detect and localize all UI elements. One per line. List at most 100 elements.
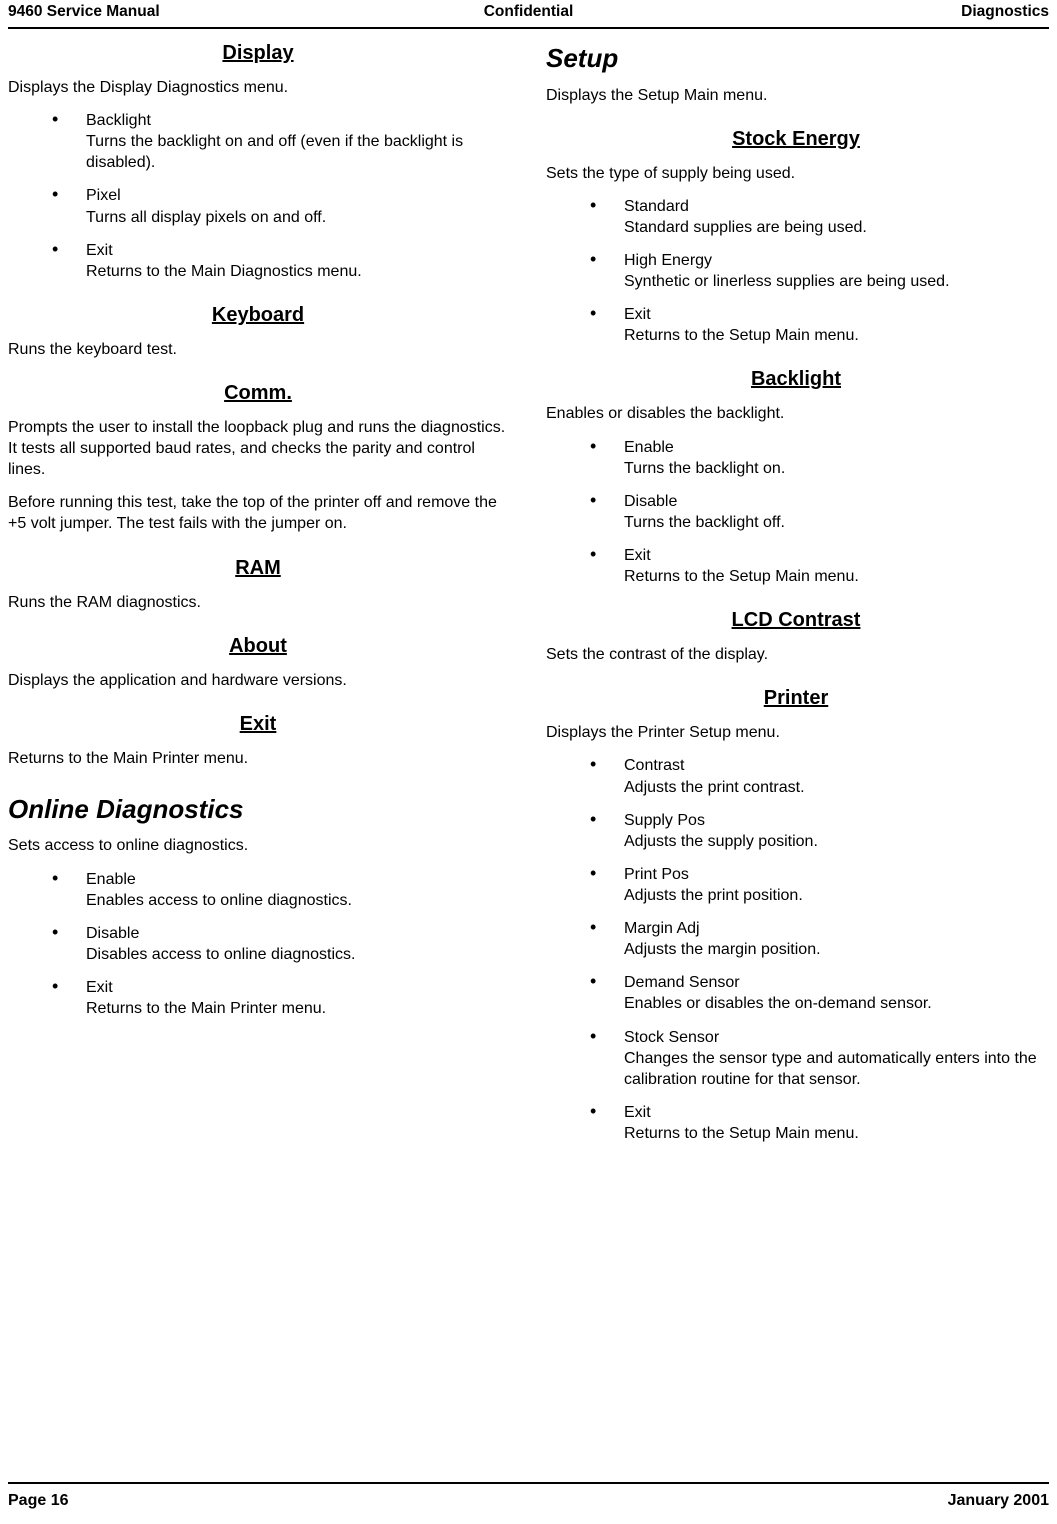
bullet-icon: • (52, 921, 59, 942)
menu-option-item: • Disable Turns the backlight off. (546, 489, 1046, 533)
menu-option-item: • Print Pos Adjusts the print position. (546, 862, 1046, 906)
bullet-icon: • (590, 435, 597, 456)
menu-option-description: Adjusts the supply position. (624, 832, 818, 850)
menu-option-list: • Contrast Adjusts the print contrast. • Sup… (546, 754, 1046, 1144)
section-heading-text: RAM (235, 556, 281, 579)
section-paragraph: Displays the Printer Setup menu. (546, 724, 780, 742)
section-heading-text: Display (222, 42, 294, 64)
bullet-icon: • (590, 862, 597, 883)
section-paragraph: Displays the Display Diagnostics menu. (8, 79, 289, 96)
bullet-icon: • (590, 1100, 597, 1121)
menu-option-item: • Disable Disables access to online diagno… (8, 921, 508, 965)
bullet-icon: • (52, 184, 59, 205)
footer-page-number: Page 16 (8, 1492, 69, 1509)
section-heading-comm: Comm. (8, 382, 508, 405)
menu-option-name: Supply Pos (624, 811, 705, 829)
menu-option-item: • Pixel Turns all display pixels on and of… (8, 184, 508, 227)
section-paragraph: Sets the contrast of the display. (546, 646, 769, 664)
page-header: 9460 Service Manual Confidential Diagnos… (8, 3, 1049, 29)
menu-option-item: • Supply Pos Adjusts the supply position. (546, 808, 1046, 852)
menu-option-description: Returns to the Main Diagnostics menu. (86, 262, 362, 280)
menu-option-name: Demand Sensor (624, 974, 740, 992)
menu-option-description: Adjusts the print position. (624, 887, 803, 904)
menu-option-item: • Exit Returns to the Setup Main menu. (546, 303, 1046, 346)
menu-option-name: Pixel (86, 187, 121, 205)
footer-divider (8, 1482, 1049, 1484)
menu-option-item: • Exit Returns to the Main Diagnostics men… (8, 238, 508, 282)
bullet-icon: • (590, 808, 597, 829)
menu-option-item: • Exit Returns to the Setup Main menu. (546, 544, 1046, 587)
menu-option-list: • Standard Standard supplies are being use… (546, 195, 1046, 347)
menu-option-description: Turns all display pixels on and off. (86, 208, 327, 226)
section-heading-text: Keyboard (211, 303, 305, 326)
menu-option-description: Returns to the Setup Main menu. (624, 568, 859, 586)
menu-option-item: • High Energy Synthetic or linerless suppl… (546, 249, 1046, 292)
section-paragraph: Enables or disables the backlight. (546, 405, 785, 423)
section-heading-text: Backlight (750, 368, 842, 391)
menu-option-name: Margin Adj (624, 920, 700, 938)
section-heading-text: Exit (239, 712, 277, 735)
section-heading-setup: Setup (546, 43, 619, 73)
section-heading-printer: Printer (546, 687, 1046, 710)
section-heading-about: About (8, 635, 508, 658)
section-heading-text: Stock Energy (732, 127, 860, 150)
menu-option-description: Turns the backlight on. (624, 459, 786, 477)
bullet-icon: • (590, 754, 597, 775)
menu-option-name: Stock Sensor (624, 1028, 720, 1046)
bullet-icon: • (590, 917, 597, 938)
menu-option-item: • Exit Returns to the Setup Main menu. (546, 1100, 1046, 1144)
section-paragraph: Runs the keyboard test. (8, 340, 177, 358)
page-footer: Page 16 January 2001 (8, 1492, 1049, 1510)
section-heading-stock-energy: Stock Energy (546, 128, 1046, 151)
menu-option-description: Returns to the Setup Main menu. (624, 1124, 859, 1142)
menu-option-description: Returns to the Setup Main menu. (624, 327, 859, 345)
bullet-icon: • (590, 249, 597, 270)
menu-option-name: Contrast (624, 757, 685, 775)
section-heading-text: About (229, 634, 287, 657)
menu-option-description: Enables or disables the on-demand sensor… (624, 995, 932, 1013)
header-center: Confidential (483, 3, 574, 20)
section-paragraph: Sets access to online diagnostics. (8, 837, 249, 855)
menu-option-description: Adjusts the print contrast. (624, 778, 805, 796)
left-column: Display Displays the Display Diagnostics … (8, 38, 508, 1458)
menu-option-description: Adjusts the margin position. (624, 941, 821, 959)
menu-option-description: Turns the backlight off. (624, 513, 785, 531)
menu-option-list: • Backlight Turns the backlight on and off… (8, 109, 508, 282)
bullet-icon: • (590, 489, 597, 510)
menu-option-item: • Contrast Adjusts the print contrast. (546, 754, 1046, 797)
menu-option-item: • Exit Returns to the Main Printer menu. (8, 976, 508, 1019)
section-heading-online-diagnostics: Online Diagnostics (8, 793, 244, 824)
menu-option-name: Backlight (86, 112, 151, 130)
menu-option-item: • Margin Adj Adjusts the margin position. (546, 917, 1046, 960)
bullet-icon: • (52, 238, 59, 259)
menu-option-name: Disable (624, 492, 678, 510)
header-left: 9460 Service Manual (8, 3, 160, 20)
section-heading-text: Printer (763, 687, 829, 710)
menu-option-item: • Backlight Turns the backlight on and off… (8, 109, 508, 173)
page-body: Display Displays the Display Diagnostics … (8, 38, 1049, 1458)
menu-option-description: Changes the sensor type and automaticall… (624, 1049, 1037, 1088)
menu-option-name: Enable (86, 870, 136, 888)
menu-option-list: • Enable Enables access to online diagnost… (8, 868, 508, 1020)
menu-option-description: Returns to the Main Printer menu. (86, 1000, 327, 1018)
menu-option-name: Exit (86, 979, 113, 996)
header-divider (8, 27, 1049, 29)
menu-option-name: Exit (624, 306, 651, 324)
menu-option-description: Standard supplies are being used. (624, 218, 867, 236)
menu-option-item: • Enable Enables access to online diagnost… (8, 868, 508, 911)
menu-option-name: Print Pos (624, 865, 689, 883)
menu-option-name: Exit (624, 547, 651, 565)
menu-option-name: High Energy (624, 252, 713, 270)
menu-option-name: Standard (624, 197, 689, 215)
menu-option-item: • Enable Turns the backlight on. (546, 435, 1046, 479)
menu-option-name: Disable (86, 924, 140, 942)
section-paragraph: Displays the application and hardware ve… (8, 671, 347, 689)
menu-option-description: Enables access to online diagnostics. (86, 891, 352, 909)
menu-option-description: Synthetic or linerless supplies are bein… (624, 273, 950, 291)
section-heading-exit: Exit (8, 713, 508, 736)
menu-option-description: Disables access to online diagnostics. (86, 945, 356, 963)
section-heading-text: LCD Contrast (731, 609, 861, 632)
menu-option-item: • Demand Sensor Enables or disables the on… (546, 971, 1046, 1014)
section-heading-keyboard: Keyboard (8, 304, 508, 327)
section-paragraph: Prompts the user to install the loopback… (8, 418, 506, 479)
